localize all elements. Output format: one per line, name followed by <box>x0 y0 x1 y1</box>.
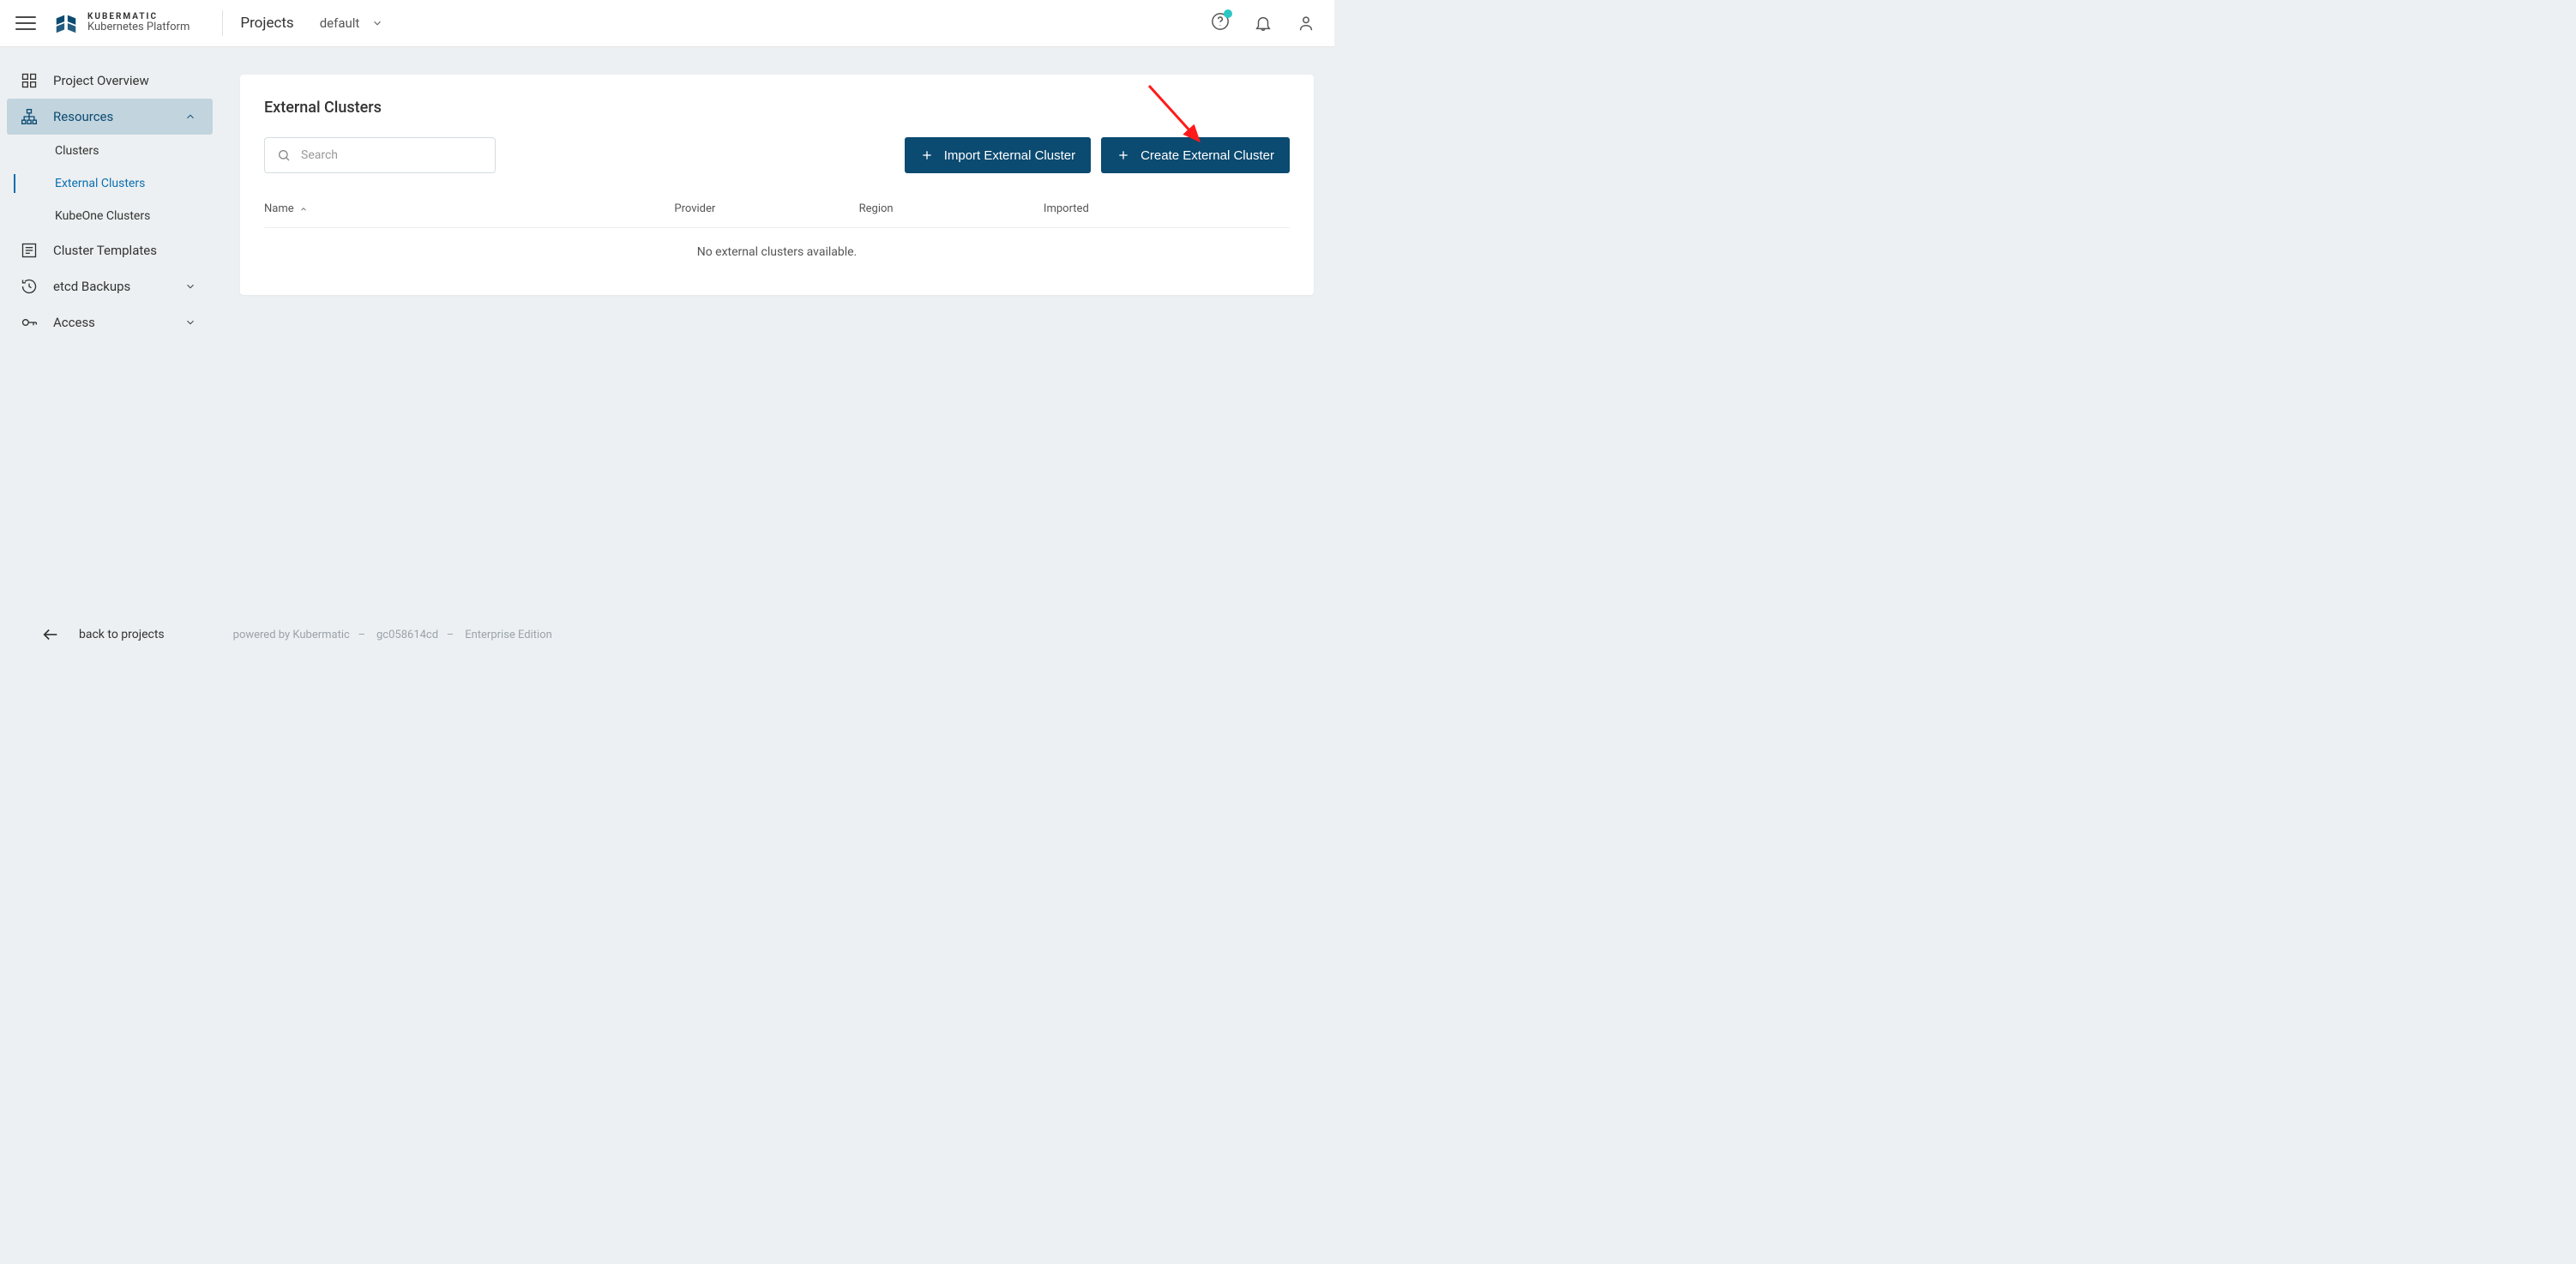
column-header-region[interactable]: Region <box>859 202 1044 215</box>
sidebar-sub-external-clusters[interactable]: External Clusters <box>7 167 213 200</box>
sidebar-item-project-overview[interactable]: Project Overview <box>7 63 213 99</box>
key-icon <box>21 314 38 331</box>
footer-meta: powered by Kubermatic – gc058614cd – Ent… <box>233 629 552 641</box>
external-clusters-card: External Clusters Search Import External… <box>240 75 1314 295</box>
page-title: External Clusters <box>264 99 1290 117</box>
user-icon[interactable] <box>1297 14 1315 33</box>
history-icon <box>21 278 38 295</box>
column-header-name[interactable]: Name <box>264 202 674 215</box>
logo-text: KUBERMATIC Kubernetes Platform <box>87 12 190 33</box>
sidebar-item-access[interactable]: Access <box>7 304 213 340</box>
plus-icon <box>1116 148 1130 162</box>
create-external-cluster-button[interactable]: Create External Cluster <box>1101 137 1290 173</box>
sidebar-label: etcd Backups <box>53 279 130 294</box>
sidebar: Project Overview Resources Clusters Exte… <box>0 47 220 658</box>
sidebar-label: Cluster Templates <box>53 243 157 258</box>
header-divider <box>222 10 223 36</box>
import-external-cluster-button[interactable]: Import External Cluster <box>905 137 1091 173</box>
chevron-up-icon <box>182 111 199 123</box>
menu-toggle-button[interactable] <box>15 13 36 33</box>
sidebar-sub-label: External Clusters <box>55 177 145 190</box>
help-button[interactable] <box>1211 12 1230 34</box>
footer: back to projects powered by Kubermatic –… <box>0 611 1334 658</box>
search-placeholder: Search <box>301 148 338 162</box>
toolbar: Search Import External Cluster Create Ex… <box>264 137 1290 173</box>
bell-icon[interactable] <box>1254 14 1273 33</box>
sitemap-icon <box>21 108 38 125</box>
project-name-label: default <box>320 15 360 31</box>
sidebar-item-cluster-templates[interactable]: Cluster Templates <box>7 232 213 268</box>
button-label: Import External Cluster <box>944 148 1075 163</box>
sidebar-sub-kubeone-clusters[interactable]: KubeOne Clusters <box>7 200 213 232</box>
plus-icon <box>920 148 934 162</box>
sidebar-label: Project Overview <box>53 73 149 88</box>
sidebar-item-resources[interactable]: Resources <box>7 99 213 135</box>
top-header: KUBERMATIC Kubernetes Platform Projects … <box>0 0 1334 47</box>
template-icon <box>21 242 38 259</box>
column-header-provider[interactable]: Provider <box>674 202 858 215</box>
button-label: Create External Cluster <box>1141 148 1274 163</box>
back-label: back to projects <box>79 628 165 641</box>
logo[interactable]: KUBERMATIC Kubernetes Platform <box>53 10 190 36</box>
empty-state-message: No external clusters available. <box>264 228 1290 285</box>
notification-dot <box>1224 9 1232 18</box>
header-actions <box>1211 12 1326 34</box>
chevron-down-icon <box>371 17 383 29</box>
sort-asc-icon <box>299 205 308 214</box>
logo-line2: Kubernetes Platform <box>87 21 190 33</box>
grid-icon <box>21 72 38 89</box>
kubermatic-logo-icon <box>53 10 79 36</box>
sidebar-label: Access <box>53 315 95 330</box>
chevron-down-icon <box>182 316 199 328</box>
chevron-down-icon <box>182 280 199 292</box>
search-icon <box>277 148 291 162</box>
arrow-left-icon <box>41 625 60 644</box>
table-header: Name Provider Region Imported <box>264 197 1290 228</box>
sidebar-sub-label: KubeOne Clusters <box>55 209 150 223</box>
sidebar-sub-clusters[interactable]: Clusters <box>7 135 213 167</box>
sidebar-label: Resources <box>53 109 113 124</box>
sidebar-sub-label: Clusters <box>55 144 99 158</box>
project-selector[interactable]: default <box>320 15 384 31</box>
breadcrumb-projects[interactable]: Projects <box>240 15 293 32</box>
main-content: External Clusters Search Import External… <box>220 47 1334 611</box>
back-to-projects-link[interactable]: back to projects <box>41 625 165 644</box>
sidebar-item-etcd-backups[interactable]: etcd Backups <box>7 268 213 304</box>
search-input[interactable]: Search <box>264 137 496 173</box>
column-header-imported[interactable]: Imported <box>1044 202 1290 215</box>
